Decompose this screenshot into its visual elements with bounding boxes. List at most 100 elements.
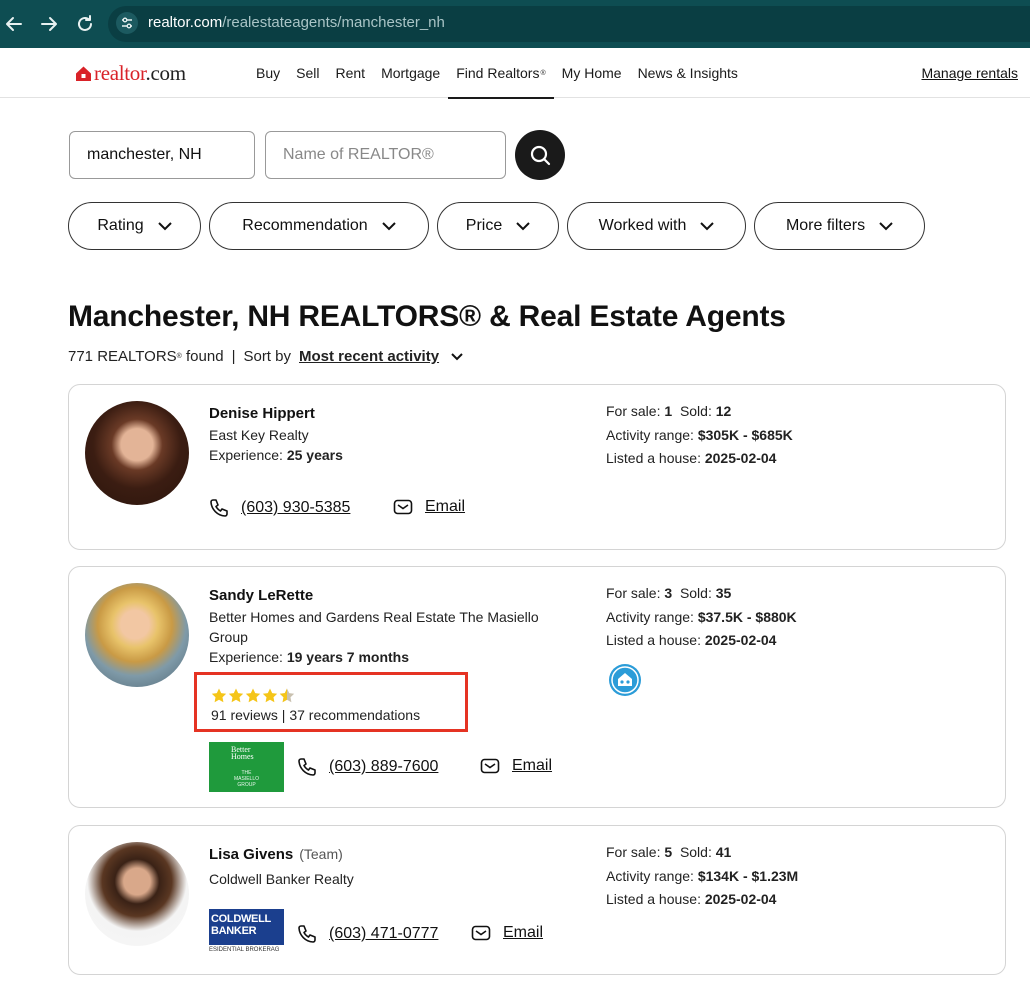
experience-label: Experience: bbox=[209, 447, 283, 463]
logo-line: GROUP bbox=[237, 782, 256, 788]
reviews-recommendations[interactable]: 91 reviews | 37 recommendations bbox=[211, 707, 420, 723]
activity-range: Activity range: $37.5K - $880K bbox=[606, 609, 797, 625]
star-icon bbox=[245, 688, 261, 703]
agent-name[interactable]: Sandy LeRette bbox=[209, 587, 313, 604]
page-title: Manchester, NH REALTORS® & Real Estate A… bbox=[68, 300, 786, 333]
community-badge-icon[interactable] bbox=[609, 664, 641, 696]
site-header: realtor.com Buy Sell Rent Mortgage Find … bbox=[0, 48, 1030, 99]
nav-mortgage[interactable]: Mortgage bbox=[373, 48, 448, 98]
email-link[interactable]: Email bbox=[471, 924, 543, 942]
filter-more-filters-label: More filters bbox=[785, 217, 866, 234]
site-settings-icon[interactable] bbox=[116, 12, 138, 34]
for-sale-label: For sale: bbox=[606, 585, 661, 601]
filter-recommendation[interactable]: Recommendation bbox=[209, 202, 429, 250]
agent-card[interactable]: Sandy LeRette Better Homes and Gardens R… bbox=[68, 566, 1006, 808]
phone-number[interactable]: (603) 889-7600 bbox=[329, 758, 438, 776]
email-label[interactable]: Email bbox=[425, 498, 465, 516]
agent-card[interactable]: Denise Hippert East Key Realty Experienc… bbox=[68, 384, 1006, 550]
team-label: (Team) bbox=[299, 846, 343, 862]
realtor-name-input[interactable]: Name of REALTOR® bbox=[265, 131, 506, 179]
phone-icon bbox=[298, 925, 316, 943]
phone-link[interactable]: (603) 889-7600 bbox=[297, 757, 438, 777]
star-icon bbox=[228, 688, 244, 703]
separator: | bbox=[231, 348, 236, 365]
registered-mark: ® bbox=[176, 353, 182, 360]
nav-buy[interactable]: Buy bbox=[248, 48, 288, 98]
url-text[interactable]: realtor.com/realestateagents/manchester_… bbox=[148, 14, 445, 31]
brokerage-logo-text: COLDWELL BANKER bbox=[211, 913, 271, 937]
sort-label: Sort by bbox=[243, 348, 291, 365]
listed-label: Listed a house: bbox=[606, 450, 701, 466]
filter-price[interactable]: Price bbox=[437, 202, 559, 250]
url-path: /realestateagents/manchester_nh bbox=[222, 14, 445, 31]
back-arrow-icon[interactable] bbox=[2, 12, 26, 36]
nav-buy-label: Buy bbox=[256, 65, 281, 81]
agent-avatar[interactable] bbox=[85, 842, 189, 946]
location-search-input[interactable]: manchester, NH bbox=[69, 131, 255, 179]
logo-text: realtor.com bbox=[94, 60, 186, 85]
reload-icon[interactable] bbox=[73, 12, 97, 36]
listed-house: Listed a house: 2025-02-04 bbox=[606, 450, 776, 466]
experience-value: 19 years 7 months bbox=[286, 649, 409, 665]
nav-sell[interactable]: Sell bbox=[288, 48, 327, 98]
listed-value: 2025-02-04 bbox=[704, 891, 777, 907]
main-nav: Buy Sell Rent Mortgage Find Realtors ® My… bbox=[248, 48, 746, 99]
chevron-down-icon bbox=[157, 221, 172, 230]
agent-name[interactable]: Lisa Givens (Team) bbox=[209, 846, 343, 863]
results-summary: 771 REALTORS ® found | Sort by Most recen… bbox=[68, 348, 463, 365]
email-icon bbox=[393, 499, 413, 515]
result-count: 771 REALTORS bbox=[68, 348, 177, 365]
agent-avatar[interactable] bbox=[85, 401, 189, 505]
realtor-logo[interactable]: realtor.com bbox=[75, 61, 186, 85]
chevron-down-icon bbox=[381, 221, 396, 230]
email-label[interactable]: Email bbox=[512, 757, 552, 775]
phone-number[interactable]: (603) 471-0777 bbox=[329, 925, 438, 943]
listed-value: 2025-02-04 bbox=[704, 632, 777, 648]
email-link[interactable]: Email bbox=[393, 498, 465, 516]
rating-highlight: 91 reviews | 37 recommendations bbox=[194, 672, 468, 732]
filter-worked-with[interactable]: Worked with bbox=[567, 202, 746, 250]
nav-mortgage-label: Mortgage bbox=[381, 65, 441, 81]
email-link[interactable]: Email bbox=[480, 757, 552, 775]
search-button[interactable] bbox=[515, 130, 565, 180]
agent-name[interactable]: Denise Hippert bbox=[209, 405, 315, 422]
chevron-down-icon[interactable] bbox=[451, 352, 463, 361]
phone-link[interactable]: (603) 930-5385 bbox=[209, 498, 350, 518]
browser-toolbar: realtor.com/realestateagents/manchester_… bbox=[0, 0, 1030, 48]
sold-value: 12 bbox=[715, 403, 732, 419]
agent-avatar[interactable] bbox=[85, 583, 189, 687]
listing-stats: For sale: 3 Sold: 35 bbox=[606, 585, 731, 601]
listed-label: Listed a house: bbox=[606, 632, 701, 648]
phone-number[interactable]: (603) 930-5385 bbox=[241, 499, 350, 517]
nav-rent[interactable]: Rent bbox=[327, 48, 373, 98]
sort-dropdown[interactable]: Most recent activity bbox=[299, 348, 439, 365]
range-label: Activity range: bbox=[606, 868, 694, 884]
star-icon bbox=[262, 688, 278, 703]
activity-range: Activity range: $134K - $1.23M bbox=[606, 868, 798, 884]
nav-rent-label: Rent bbox=[335, 65, 366, 81]
logo-line: COLDWELL bbox=[211, 913, 271, 925]
agent-name-text[interactable]: Lisa Givens bbox=[209, 846, 293, 863]
star-rating[interactable] bbox=[211, 688, 295, 703]
agent-brokerage: Better Homes and Gardens Real Estate The… bbox=[209, 609, 539, 645]
phone-icon bbox=[210, 499, 228, 517]
range-value: $134K - $1.23M bbox=[697, 868, 799, 884]
agent-experience: Experience: 25 years bbox=[209, 445, 343, 465]
agent-brokerage: Coldwell Banker Realty bbox=[209, 871, 354, 887]
sold-value: 41 bbox=[715, 844, 732, 860]
range-value: $305K - $685K bbox=[697, 427, 793, 443]
nav-find-realtors[interactable]: Find Realtors ® bbox=[448, 48, 555, 99]
nav-news-insights-label: News & Insights bbox=[637, 65, 738, 81]
filter-more-filters[interactable]: More filters bbox=[754, 202, 925, 250]
email-label[interactable]: Email bbox=[503, 924, 543, 942]
for-sale-value: 5 bbox=[664, 844, 673, 860]
phone-link[interactable]: (603) 471-0777 bbox=[297, 924, 438, 944]
manage-rentals-link[interactable]: Manage rentals bbox=[921, 65, 1018, 81]
nav-my-home[interactable]: My Home bbox=[554, 48, 630, 98]
forward-arrow-icon[interactable] bbox=[37, 12, 61, 36]
brokerage-logo: Better Homes THE MASIELLO GROUP bbox=[209, 742, 284, 792]
nav-news-insights[interactable]: News & Insights bbox=[630, 48, 746, 98]
filter-rating[interactable]: Rating bbox=[68, 202, 201, 250]
agent-card[interactable]: Lisa Givens (Team) Coldwell Banker Realty… bbox=[68, 825, 1006, 975]
listed-value: 2025-02-04 bbox=[704, 450, 777, 466]
